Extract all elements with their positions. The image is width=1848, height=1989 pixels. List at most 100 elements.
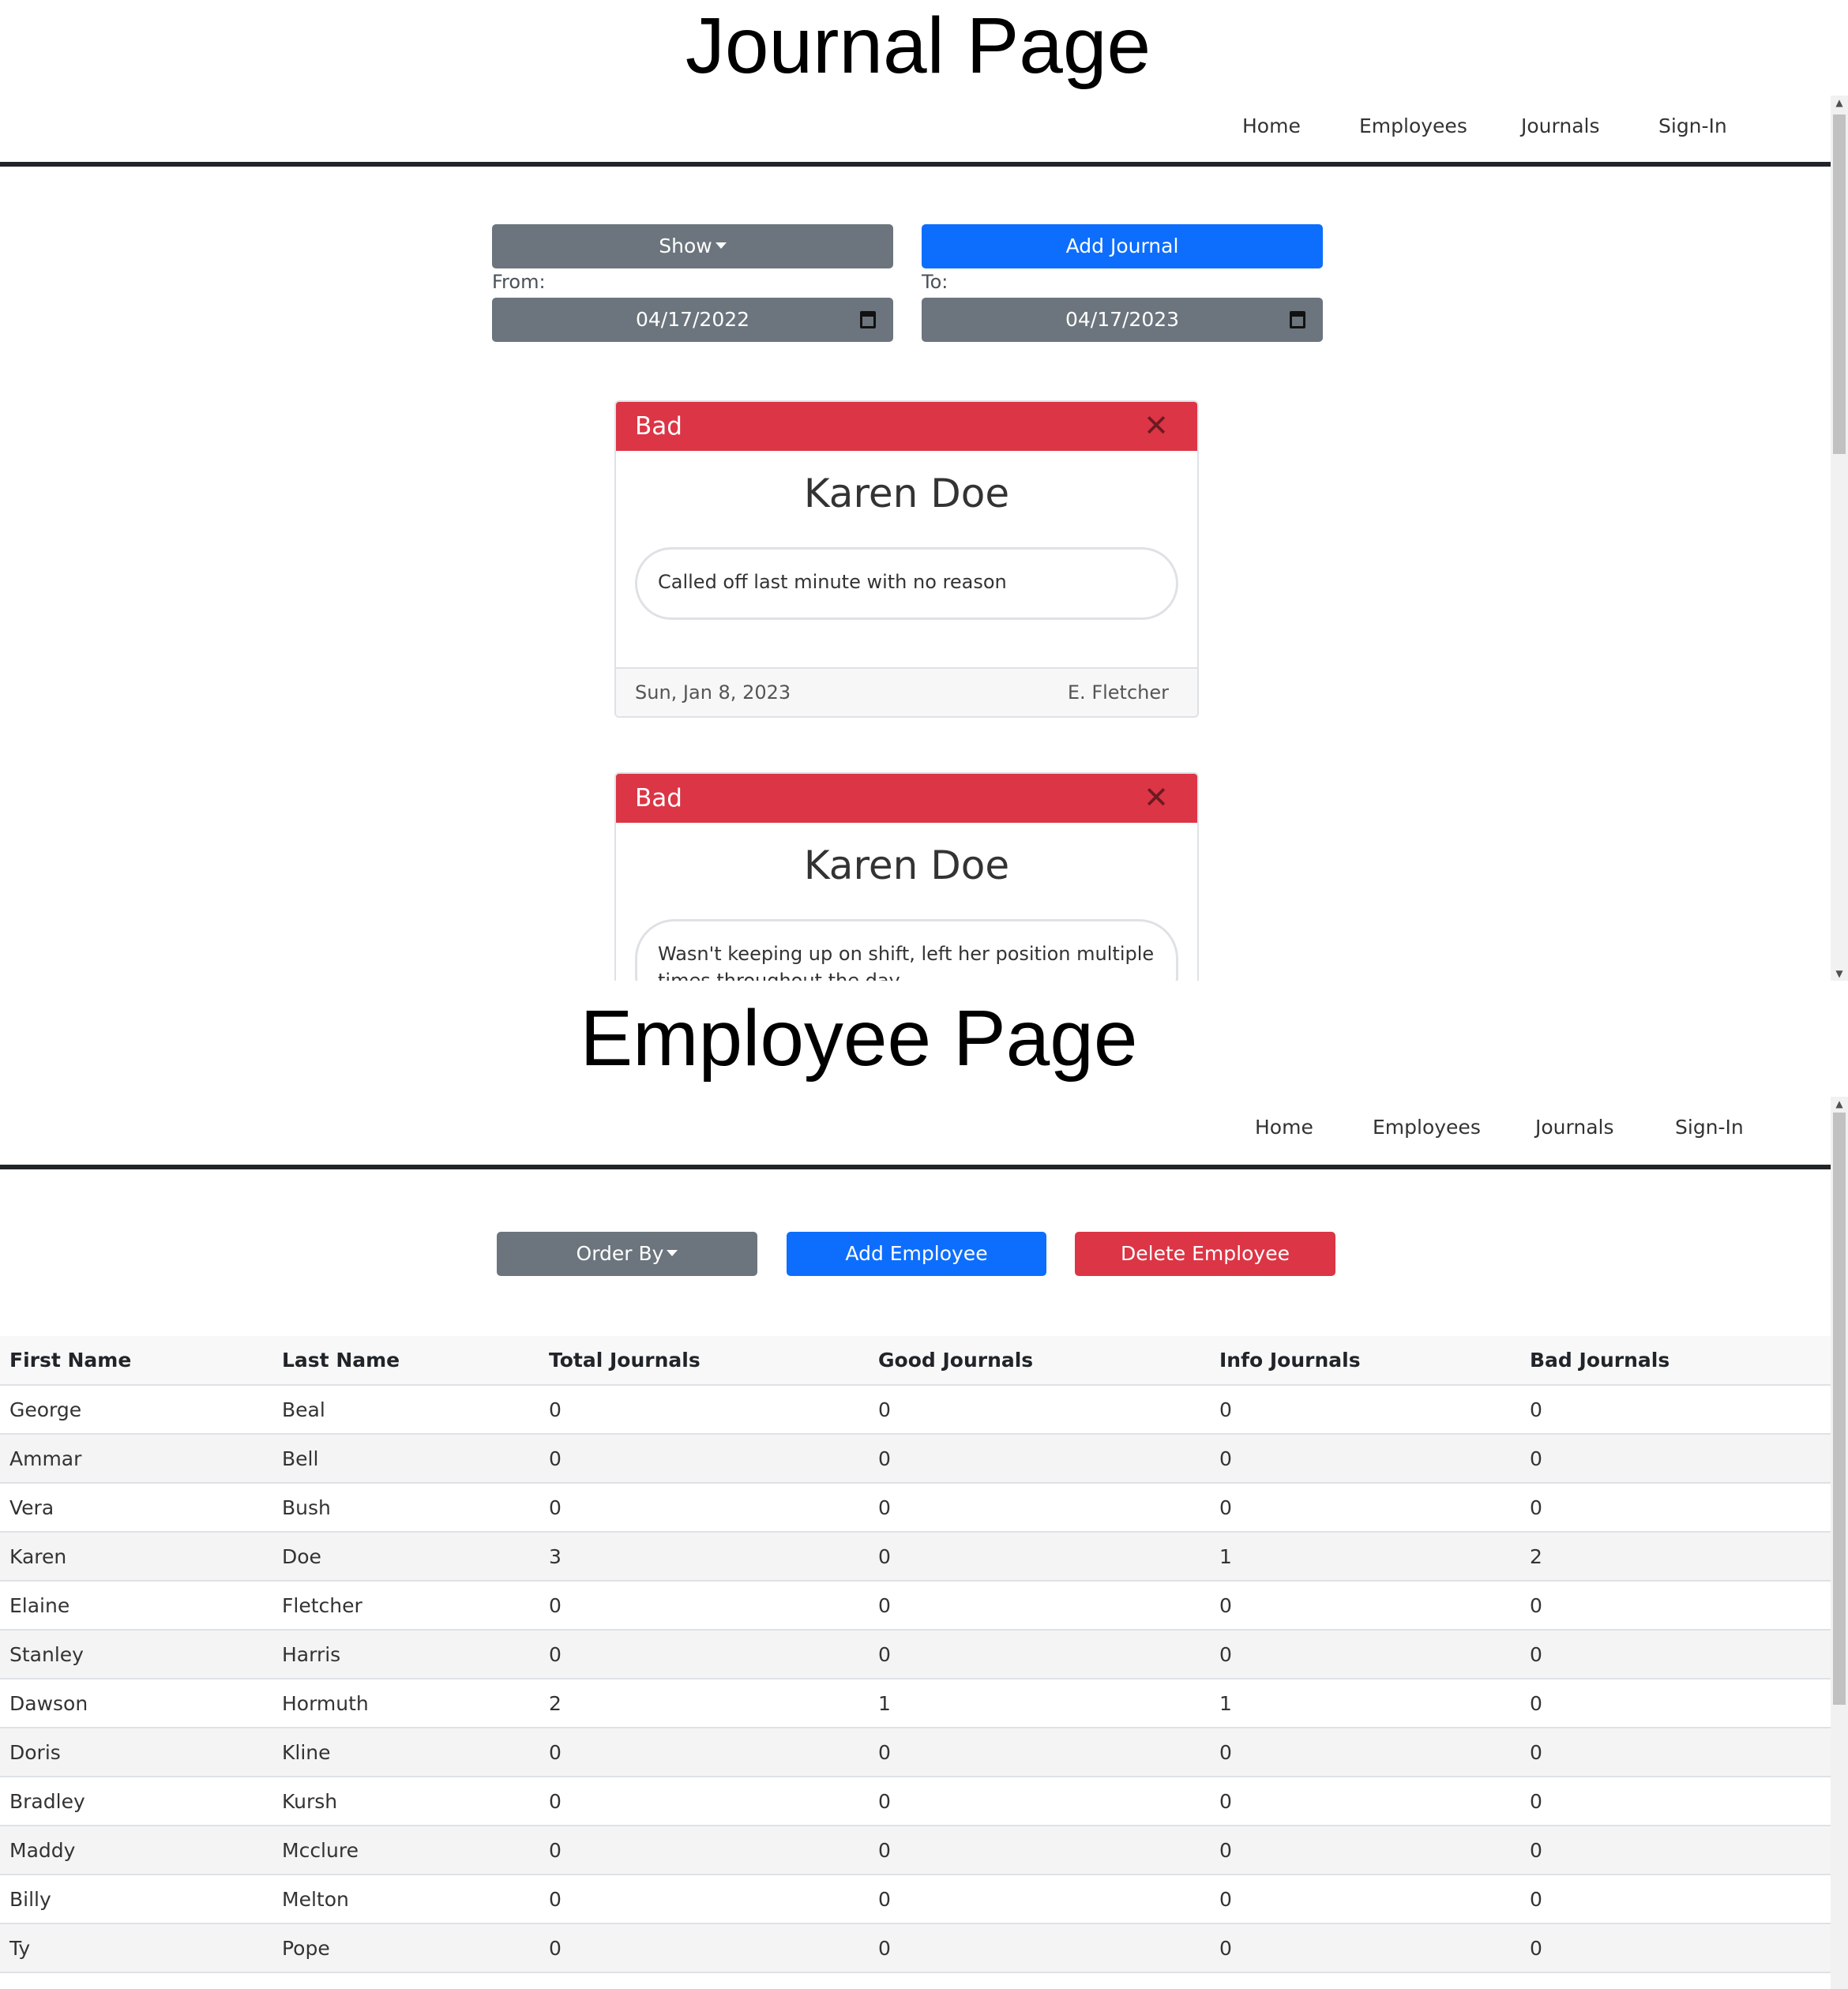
table-cell: Harris	[272, 1630, 539, 1679]
table-cell: 0	[869, 1483, 1210, 1533]
close-icon[interactable]: ✕	[1144, 782, 1169, 813]
add-employee-button[interactable]: Add Employee	[787, 1232, 1046, 1276]
scrollbar-thumb[interactable]	[1833, 1113, 1846, 1705]
nav-journals[interactable]: Journals	[1535, 1116, 1614, 1139]
show-dropdown-button[interactable]: Show	[492, 224, 893, 268]
journal-employee-name: Karen Doe	[803, 843, 1010, 888]
table-cell: Hormuth	[272, 1679, 539, 1728]
table-cell: Kursh	[272, 1777, 539, 1826]
table-row[interactable]: Elaine Fletcher 0 0 0 0	[0, 1581, 1831, 1631]
table-cell: Ammar	[0, 1434, 272, 1484]
column-header[interactable]: Info Journals	[1210, 1336, 1520, 1386]
table-cell: Bell	[272, 1434, 539, 1484]
table-cell: Beal	[272, 1385, 539, 1435]
table-cell: 0	[1520, 1875, 1831, 1924]
table-cell: 0	[869, 1532, 1210, 1582]
nav-employees[interactable]: Employees	[1359, 114, 1467, 137]
table-row[interactable]: Doris Kline 0 0 0 0	[0, 1728, 1831, 1777]
table-cell: 0	[1520, 1777, 1831, 1826]
table-cell: 0	[1520, 1630, 1831, 1679]
table-cell: Fletcher	[272, 1581, 539, 1631]
table-cell: Karen	[0, 1532, 272, 1582]
scroll-up-arrow-icon[interactable]: ▲	[1831, 96, 1848, 110]
table-cell: 0	[1520, 1581, 1831, 1631]
table-cell: 0	[1520, 1385, 1831, 1435]
table-cell: Bradley	[0, 1777, 272, 1826]
employee-table: First Name Last Name Total Journals Good Jo…	[0, 1336, 1831, 1973]
calendar-icon[interactable]	[860, 311, 876, 328]
table-row[interactable]: Ty Pope 0 0 0 0	[0, 1923, 1831, 1973]
table-cell: 0	[869, 1434, 1210, 1484]
table-cell: 2	[1520, 1532, 1831, 1582]
calendar-icon[interactable]	[1290, 311, 1305, 328]
journal-type-label: Bad	[635, 784, 682, 812]
scroll-up-arrow-icon[interactable]: ▲	[1831, 1097, 1848, 1111]
table-cell: Doris	[0, 1728, 272, 1777]
table-cell: 0	[1210, 1826, 1520, 1875]
journal-text: Called off last minute with no reason	[635, 547, 1178, 620]
table-cell: Pope	[272, 1923, 539, 1973]
nav-sign-in[interactable]: Sign-In	[1675, 1116, 1744, 1139]
journal-page-screenshot: Home Employees Journals Sign-In Show Add…	[0, 96, 1848, 981]
add-journal-button[interactable]: Add Journal	[922, 224, 1323, 268]
to-date-input[interactable]: 04/17/2023	[922, 298, 1323, 342]
table-cell: 0	[1210, 1777, 1520, 1826]
nav-home[interactable]: Home	[1242, 114, 1301, 137]
column-header[interactable]: Last Name	[272, 1336, 539, 1386]
table-row[interactable]: Bradley Kursh 0 0 0 0	[0, 1777, 1831, 1826]
table-row[interactable]: Stanley Harris 0 0 0 0	[0, 1630, 1831, 1679]
table-row[interactable]: Ammar Bell 0 0 0 0	[0, 1434, 1831, 1484]
table-row[interactable]: Maddy Mcclure 0 0 0 0	[0, 1826, 1831, 1875]
nav-home[interactable]: Home	[1255, 1116, 1313, 1139]
table-cell: George	[0, 1385, 272, 1435]
table-cell: 1	[1210, 1532, 1520, 1582]
from-date-input[interactable]: 04/17/2022	[492, 298, 893, 342]
table-cell: Kline	[272, 1728, 539, 1777]
close-icon[interactable]: ✕	[1144, 410, 1169, 441]
column-header[interactable]: Bad Journals	[1520, 1336, 1831, 1386]
nav-employees[interactable]: Employees	[1373, 1116, 1481, 1139]
column-header[interactable]: Total Journals	[539, 1336, 869, 1386]
table-cell: 0	[1210, 1923, 1520, 1973]
delete-employee-button[interactable]: Delete Employee	[1075, 1232, 1335, 1276]
employee-page-heading: Employee Page	[580, 994, 1138, 1083]
scrollbar[interactable]: ▲	[1831, 1097, 1848, 1989]
nav-journals[interactable]: Journals	[1521, 114, 1600, 137]
table-cell: 0	[869, 1728, 1210, 1777]
table-cell: 0	[1520, 1728, 1831, 1777]
show-button-label: Show	[659, 235, 712, 257]
table-cell: Vera	[0, 1483, 272, 1533]
table-row[interactable]: George Beal 0 0 0 0	[0, 1385, 1831, 1435]
journal-employee-name: Karen Doe	[803, 471, 1010, 516]
scrollbar-thumb[interactable]	[1833, 114, 1846, 454]
table-row[interactable]: Vera Bush 0 0 0 0	[0, 1483, 1831, 1533]
caret-down-icon	[667, 1250, 678, 1256]
to-date-value: 04/17/2023	[1065, 308, 1180, 331]
journal-text: Wasn't keeping up on shift, left her pos…	[635, 919, 1178, 981]
table-cell: Bush	[272, 1483, 539, 1533]
table-cell: 1	[1210, 1679, 1520, 1728]
table-row[interactable]: Karen Doe 3 0 1 2	[0, 1532, 1831, 1582]
table-cell: 2	[539, 1679, 869, 1728]
table-cell: 0	[539, 1728, 869, 1777]
table-cell: 0	[1520, 1434, 1831, 1484]
table-cell: Dawson	[0, 1679, 272, 1728]
scroll-down-arrow-icon[interactable]: ▼	[1831, 966, 1848, 981]
table-cell: Melton	[272, 1875, 539, 1924]
scrollbar[interactable]: ▲ ▼	[1831, 96, 1848, 981]
table-cell: Mcclure	[272, 1826, 539, 1875]
table-cell: Doe	[272, 1532, 539, 1582]
nav-sign-in[interactable]: Sign-In	[1658, 114, 1727, 137]
table-cell: 0	[1520, 1826, 1831, 1875]
table-cell: 0	[1210, 1581, 1520, 1631]
table-row[interactable]: Billy Melton 0 0 0 0	[0, 1875, 1831, 1924]
table-cell: 0	[1210, 1875, 1520, 1924]
table-header-row: First Name Last Name Total Journals Good Jo…	[0, 1336, 1831, 1386]
column-header[interactable]: First Name	[0, 1336, 272, 1386]
journal-card-header: Bad ✕	[616, 774, 1197, 823]
column-header[interactable]: Good Journals	[869, 1336, 1210, 1386]
table-cell: 0	[1210, 1434, 1520, 1484]
order-by-dropdown-button[interactable]: Order By	[497, 1232, 757, 1276]
journal-date: Sun, Jan 8, 2023	[635, 681, 791, 704]
table-row[interactable]: Dawson Hormuth 2 1 1 0	[0, 1679, 1831, 1728]
